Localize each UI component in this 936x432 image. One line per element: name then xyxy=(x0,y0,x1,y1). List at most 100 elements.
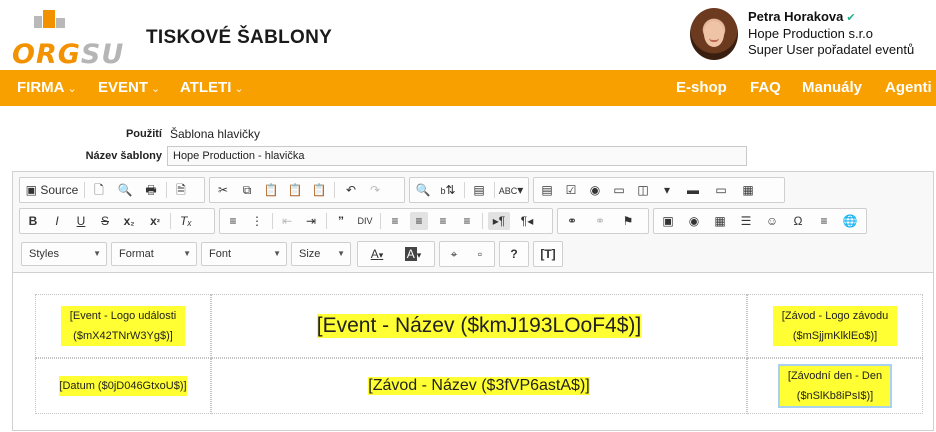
italic-button[interactable]: I xyxy=(48,212,66,230)
replace-icon[interactable]: b⇅ xyxy=(438,181,458,199)
copy-icon[interactable]: ⧉ xyxy=(238,181,256,199)
race-logo-cell[interactable]: [Závod - Logo závodu ($mSjjmKlklEo$)] xyxy=(747,294,923,358)
ltr-icon[interactable]: ▸¶ xyxy=(488,212,510,230)
event-name-cell[interactable]: [Event - Název ($kmJ193LOoF4$)] xyxy=(211,294,747,358)
preview-icon[interactable]: 🔍 xyxy=(116,181,134,199)
iframe-globe-icon[interactable]: 🌐 xyxy=(840,212,860,230)
nav-item-atleti[interactable]: ATLETI ⌄ xyxy=(180,79,244,96)
event-logo-placeholder[interactable]: [Event - Logo události ($mX42TNrW3Yg$)] xyxy=(61,306,185,346)
nav-item-agenti[interactable]: Agenti xyxy=(885,79,932,96)
race-logo-placeholder[interactable]: [Závod - Logo závodu ($mSjjmKlklEo$)] xyxy=(773,306,897,346)
toolbar-group-links: ⚭ ⚭ ⚑ xyxy=(557,208,649,234)
table-icon[interactable]: ▦ xyxy=(710,212,730,230)
print-icon[interactable]: 🖶 xyxy=(142,181,160,199)
textfield-icon[interactable]: ▭ xyxy=(610,181,628,199)
nav-item-event[interactable]: EVENT ⌄ xyxy=(98,79,160,96)
size-dropdown[interactable]: Size ▼ xyxy=(291,242,351,266)
align-center-icon[interactable]: ≡ xyxy=(410,212,428,230)
user-menu[interactable]: Petra Horakova ✔ Hope Production s.r.o Su… xyxy=(748,9,914,58)
template-name-label: Název šablony xyxy=(85,150,162,162)
checkbox-icon[interactable]: ☑ xyxy=(562,181,580,199)
blockquote-icon[interactable]: ” xyxy=(332,212,350,230)
nav-item-firma[interactable]: FIRMA ⌄ xyxy=(17,79,77,96)
select-field-icon[interactable]: ▾ xyxy=(658,181,676,199)
link-icon[interactable]: ⚭ xyxy=(562,212,582,230)
orgsu-logo[interactable]: ORGSU xyxy=(12,10,130,70)
race-name-placeholder[interactable]: [Závod - Název ($3fVP6astA$)] xyxy=(368,377,590,395)
toolbar-group-document: ▣ Source 🗋 🔍 🖶 🗎 xyxy=(19,177,205,203)
font-dropdown[interactable]: Font ▼ xyxy=(201,242,287,266)
undo-icon[interactable]: ↶ xyxy=(342,181,360,199)
styles-dropdown[interactable]: Styles ▼ xyxy=(21,242,107,266)
bold-button[interactable]: B xyxy=(24,212,42,230)
numbered-list-icon[interactable]: ≡ xyxy=(224,212,242,230)
toolbar-group-tools: ⌖ ▫ xyxy=(439,241,495,267)
align-justify-icon[interactable]: ≡ xyxy=(458,212,476,230)
text-color-button[interactable]: A▾ xyxy=(362,245,392,263)
redo-icon[interactable]: ↷ xyxy=(366,181,384,199)
form-icon[interactable]: ▤ xyxy=(538,181,556,199)
source-button[interactable]: ▣ Source xyxy=(24,181,80,199)
chevron-down-icon[interactable]: ✔ xyxy=(846,12,855,24)
subscript-button[interactable]: x₂ xyxy=(118,212,140,230)
textarea-icon[interactable]: ◫ xyxy=(634,181,652,199)
logo-block xyxy=(34,16,42,28)
paste-word-icon[interactable]: 📋 xyxy=(310,181,328,199)
nav-item-eshop[interactable]: E-shop xyxy=(676,79,727,96)
toolbar-group-colors: A▾ A ▾ xyxy=(357,241,435,267)
indent-icon[interactable]: ⇥ xyxy=(302,212,320,230)
format-dropdown[interactable]: Format ▼ xyxy=(111,242,197,266)
page-break-icon[interactable]: ≡ xyxy=(814,212,834,230)
select-all-icon[interactable]: ▤ xyxy=(470,181,488,199)
bulleted-list-icon[interactable]: ⋮ xyxy=(248,212,266,230)
image-icon[interactable]: ▣ xyxy=(658,212,678,230)
about-button[interactable]: ? xyxy=(504,245,524,263)
radio-icon[interactable]: ◉ xyxy=(586,181,604,199)
strike-button[interactable]: S xyxy=(96,212,114,230)
maximize-icon[interactable]: ⌖ xyxy=(444,245,464,263)
race-day-cell[interactable]: [Závodní den - Den ($nSlKb8iPsI$)] xyxy=(747,358,923,414)
paste-text-icon[interactable]: 📋 xyxy=(286,181,304,199)
placeholder-icon[interactable]: [T] xyxy=(538,245,558,263)
find-icon[interactable]: 🔍 xyxy=(414,181,432,199)
spellcheck-icon[interactable]: ABC▾ xyxy=(498,181,524,199)
paste-icon[interactable]: 📋 xyxy=(262,181,280,199)
anchor-flag-icon[interactable]: ⚑ xyxy=(618,212,638,230)
templates-icon[interactable]: 🗎 xyxy=(172,181,190,199)
flash-icon[interactable]: ◉ xyxy=(684,212,704,230)
nav-item-faq[interactable]: FAQ xyxy=(750,79,781,96)
horizontal-rule-icon[interactable]: ☰ xyxy=(736,212,756,230)
smiley-icon[interactable]: ☺ xyxy=(762,212,782,230)
underline-button[interactable]: U xyxy=(72,212,90,230)
date-cell[interactable]: [Datum ($0jD046GtxoU$)] xyxy=(35,358,211,414)
outdent-icon[interactable]: ⇤ xyxy=(278,212,296,230)
show-blocks-icon[interactable]: ▫ xyxy=(470,245,490,263)
bg-color-button[interactable]: A ▾ xyxy=(398,245,428,263)
align-right-icon[interactable]: ≡ xyxy=(434,212,452,230)
nav-item-manualy[interactable]: Manuály xyxy=(802,79,862,96)
rtl-icon[interactable]: ¶◂ xyxy=(516,212,538,230)
date-placeholder[interactable]: [Datum ($0jD046GtxoU$)] xyxy=(59,376,187,396)
align-left-icon[interactable]: ≡ xyxy=(386,212,404,230)
remove-format-icon[interactable]: Tₓ xyxy=(176,212,196,230)
chevron-down-icon: ▼ xyxy=(93,249,101,258)
app-header: ORGSU TISKOVÉ ŠABLONY Petra Horakova ✔ Ho… xyxy=(0,0,936,70)
hidden-field-icon[interactable]: ▦ xyxy=(738,181,758,199)
toolbar-group-find: 🔍 b⇅ ▤ ABC▾ xyxy=(409,177,529,203)
race-day-placeholder[interactable]: [Závodní den - Den ($nSlKb8iPsI$)] xyxy=(778,364,892,408)
superscript-button[interactable]: x² xyxy=(144,212,166,230)
template-name-input[interactable]: Hope Production - hlavička xyxy=(167,146,747,166)
editor-content[interactable]: [Event - Logo události ($mX42TNrW3Yg$)] … xyxy=(13,274,933,430)
cut-icon[interactable]: ✂ xyxy=(214,181,232,199)
event-logo-cell[interactable]: [Event - Logo události ($mX42TNrW3Yg$)] xyxy=(35,294,211,358)
unlink-icon[interactable]: ⚭ xyxy=(590,212,610,230)
image-button-icon[interactable]: ▭ xyxy=(710,181,732,199)
new-page-icon[interactable]: 🗋 xyxy=(90,181,108,199)
event-name-placeholder[interactable]: [Event - Název ($kmJ193LOoF4$)] xyxy=(316,314,642,338)
avatar[interactable] xyxy=(690,8,738,60)
chevron-down-icon: ▼ xyxy=(273,249,281,258)
race-name-cell[interactable]: [Závod - Název ($3fVP6astA$)] xyxy=(211,358,747,414)
special-char-icon[interactable]: Ω xyxy=(788,212,808,230)
button-field-icon[interactable]: ▬ xyxy=(682,181,704,199)
div-container-icon[interactable]: DIV xyxy=(356,212,374,230)
